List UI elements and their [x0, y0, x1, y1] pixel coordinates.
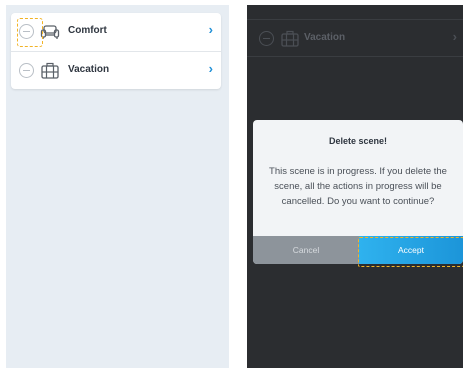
remove-minus-icon[interactable]: [19, 63, 34, 78]
chevron-right-icon[interactable]: ›: [209, 23, 213, 36]
scene-label: Vacation: [68, 64, 110, 75]
scene-row-comfort[interactable]: Comfort ›: [11, 13, 221, 51]
dialog-title: Delete scene!: [328, 136, 388, 146]
scene-list: Comfort › Vacation ›: [11, 13, 221, 89]
scene-label: Vacation: [304, 32, 346, 43]
dialog-message: This scene is in progress. If you delete…: [269, 166, 447, 207]
chevron-right-icon[interactable]: ›: [209, 62, 213, 75]
luggage-icon: [281, 30, 299, 47]
scene-label: Comfort: [68, 25, 107, 36]
scene-list-screen: Comfort › Vacation ›: [6, 5, 229, 368]
remove-minus-icon: [259, 31, 274, 46]
scene-row-vacation: Vacation ›: [247, 19, 463, 57]
delete-scene-screen: Vacation › Delete scene! This scene is i…: [247, 5, 463, 368]
luggage-icon: [41, 62, 59, 79]
highlight-marker: [17, 18, 43, 47]
cancel-button[interactable]: Cancel: [253, 236, 359, 264]
sofa-icon: [40, 25, 60, 39]
dimmed-scene-list: Vacation ›: [247, 5, 463, 67]
highlight-marker: [358, 237, 463, 267]
scene-row-vacation[interactable]: Vacation ›: [11, 51, 221, 89]
chevron-right-icon: ›: [452, 29, 457, 44]
